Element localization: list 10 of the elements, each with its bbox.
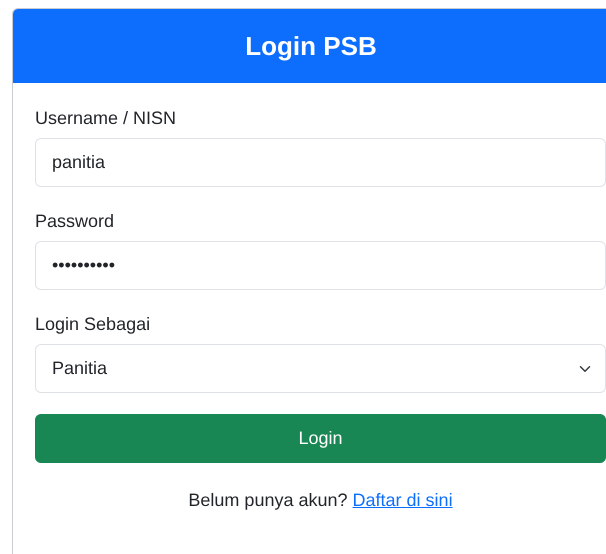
select-field[interactable]: Panitia: [35, 344, 606, 393]
input-field[interactable]: ••••••••••: [35, 241, 606, 290]
card-title: Login PSB: [245, 30, 377, 62]
field-label: Password: [35, 210, 114, 233]
field-label: Username / NISN: [35, 107, 176, 130]
register-link[interactable]: Daftar di sini: [352, 490, 453, 510]
input-field[interactable]: panitia: [35, 138, 606, 187]
login-button[interactable]: Login: [35, 414, 606, 463]
footer-text: Belum punya akun?: [188, 490, 348, 510]
field-label: Login Sebagai: [35, 313, 150, 336]
